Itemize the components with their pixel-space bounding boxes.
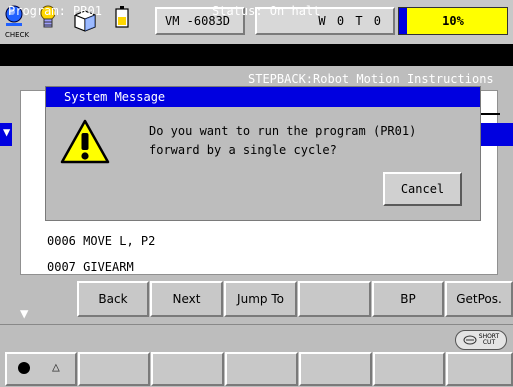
bottom-key-4[interactable] [225, 352, 298, 386]
back-label: Back [98, 292, 128, 306]
cancel-button[interactable]: Cancel [383, 172, 462, 206]
program-header [0, 44, 513, 66]
speed-value: 10% [442, 14, 464, 28]
line-cursor-left: ▼ [0, 123, 12, 146]
shortcut-label: SHORT CUT [478, 333, 500, 346]
jump-to-label: Jump To [237, 292, 284, 306]
getpos-button[interactable]: GetPos. [445, 281, 513, 317]
bottom-key-6[interactable] [373, 352, 445, 386]
code-line[interactable]: 0007 GIVEARM [47, 260, 134, 274]
cancel-label: Cancel [400, 182, 445, 196]
bottom-key-5[interactable] [299, 352, 372, 386]
editor-heading: STEPBACK:Robot Motion Instructions [248, 72, 494, 86]
record-dot-icon [18, 362, 30, 374]
speed-override[interactable]: 10% [398, 7, 508, 35]
next-label: Next [172, 292, 201, 306]
empty-function-key[interactable] [298, 281, 371, 317]
mode-text: W 0 T 0 [318, 14, 383, 28]
bottom-key-7[interactable] [446, 352, 513, 386]
triangle-icon: △ [52, 360, 60, 375]
check-label: CHECK [5, 31, 30, 39]
program-label: Program: PR01 [8, 4, 102, 18]
back-button[interactable]: Back [77, 281, 149, 317]
cursor-arrow-icon: ▼ [3, 125, 11, 139]
dialog-title-bar: System Message [46, 87, 480, 107]
page-down-icon[interactable]: ▼ [20, 306, 28, 322]
bp-label: BP [400, 292, 416, 306]
getpos-label: GetPos. [456, 292, 502, 306]
dialog-title: System Message [64, 90, 166, 104]
status-key[interactable] [5, 352, 77, 386]
jump-to-button[interactable]: Jump To [224, 281, 297, 317]
dialog-message: Do you want to run the program (PR01) fo… [149, 124, 417, 157]
next-button[interactable]: Next [150, 281, 223, 317]
bottom-key-2[interactable] [78, 352, 150, 386]
breakpoint-button[interactable]: BP [372, 281, 444, 317]
system-message-dialog: System Message Do you want to run the pr… [45, 86, 481, 221]
bottom-key-3[interactable] [151, 352, 224, 386]
shortcut-button[interactable]: SHORT CUT [455, 330, 507, 350]
status-label: Status: On halt [212, 4, 321, 18]
warning-icon [59, 117, 111, 167]
battery-icon[interactable] [110, 3, 140, 41]
shortcut-icon [463, 335, 477, 345]
code-line[interactable]: 0006 MOVE L, P2 [47, 234, 155, 248]
